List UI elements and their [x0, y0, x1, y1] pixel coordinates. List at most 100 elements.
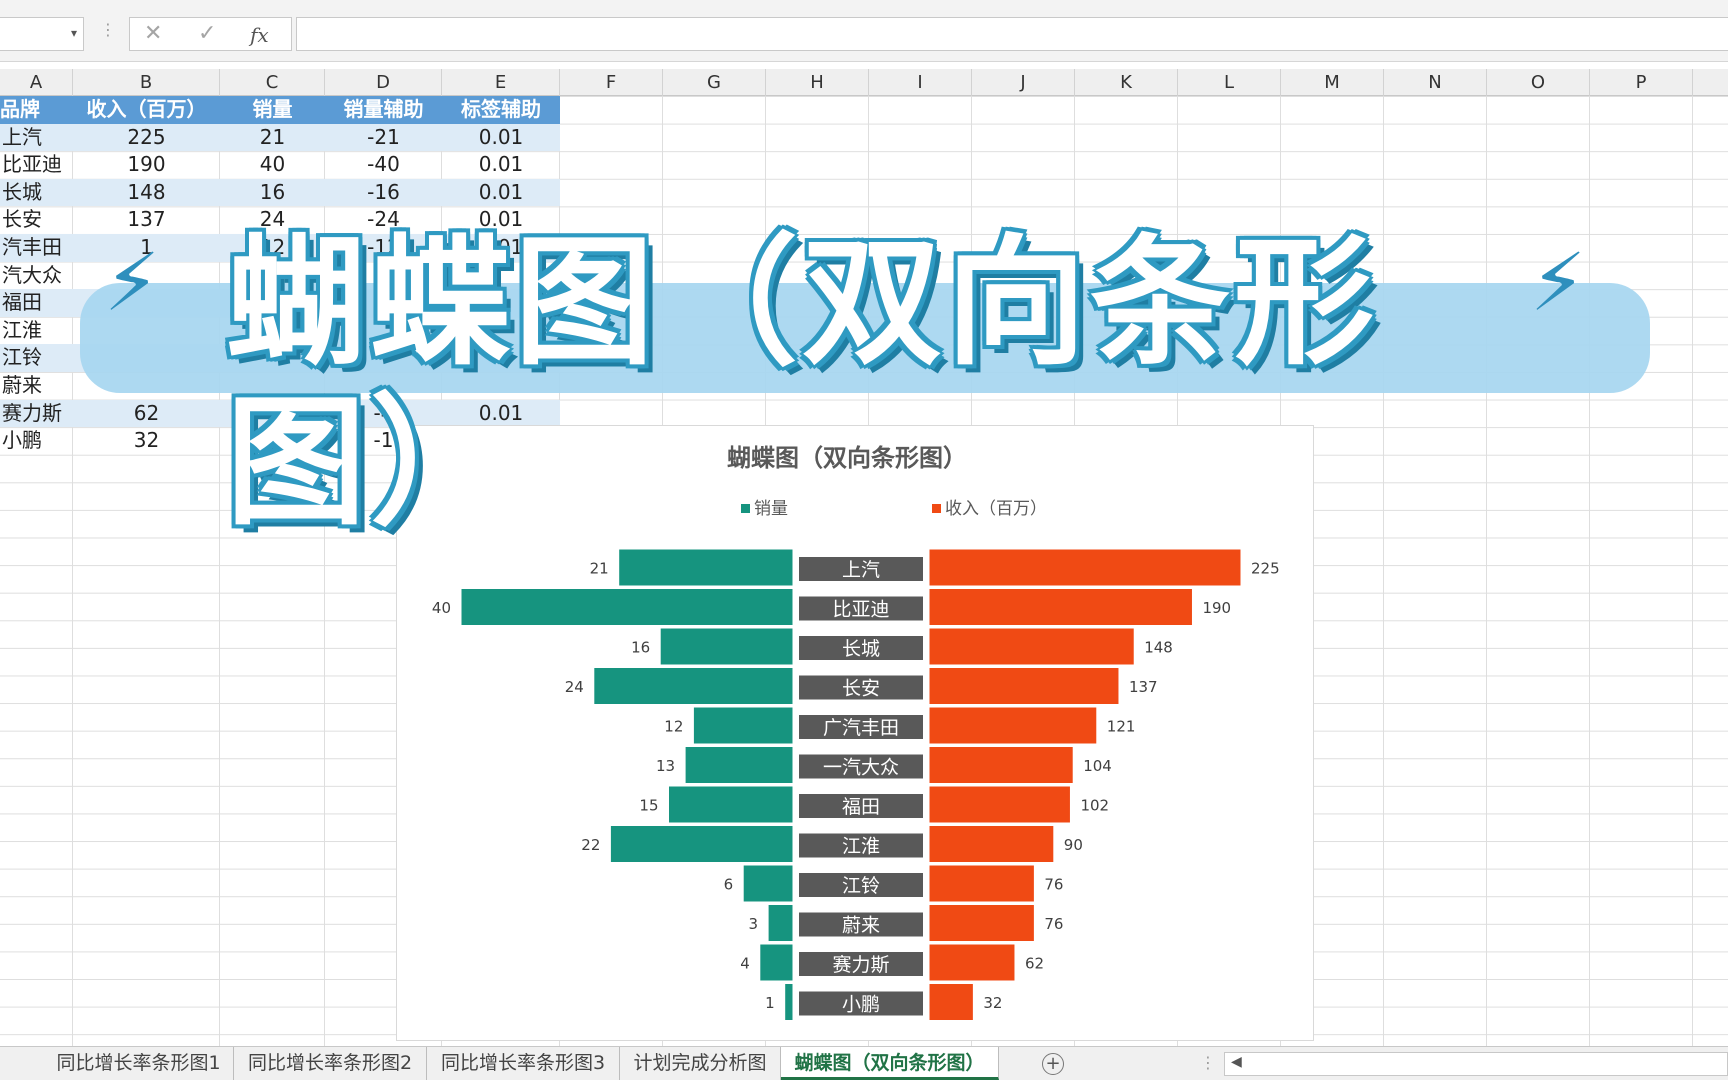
data-label-right: 104 — [1083, 757, 1112, 775]
name-box[interactable]: ▾ — [0, 17, 84, 51]
data-label-right: 62 — [1025, 955, 1044, 973]
data-label-left: 16 — [631, 639, 650, 657]
confirm-icon[interactable]: ✓ — [198, 21, 216, 46]
table-cell[interactable]: 长安 — [0, 206, 73, 234]
column-header-O[interactable]: O — [1487, 69, 1590, 96]
add-sheet-icon[interactable]: + — [1042, 1053, 1064, 1075]
table-cell[interactable]: 148 — [73, 179, 220, 207]
grid-line — [1589, 96, 1590, 1046]
data-label-left: 12 — [664, 718, 683, 736]
table-cell[interactable]: 62 — [73, 400, 220, 428]
data-label-right: 76 — [1044, 915, 1063, 933]
butterfly-chart[interactable]: 蝴蝶图（双向条形图） 销量 收入（百万） 21 上汽 225 40 比亚迪 190 16 长城 148… — [396, 425, 1314, 1041]
column-header-L[interactable]: L — [1178, 69, 1281, 96]
table-cell[interactable]: -40 — [325, 151, 442, 179]
bar-right — [928, 667, 1120, 705]
bar-left — [593, 667, 794, 705]
column-header-H[interactable]: H — [766, 69, 869, 96]
table-cell[interactable]: 比亚迪 — [0, 151, 73, 179]
category-label: 江淮 — [842, 836, 880, 858]
table-cell[interactable]: 赛力斯 — [0, 400, 73, 428]
table-cell[interactable]: 江淮 — [0, 317, 73, 345]
table-cell[interactable]: -16 — [325, 179, 442, 207]
sheet-tab[interactable]: 蝴蝶图（双向条形图） — [781, 1047, 999, 1080]
column-header-I[interactable]: I — [869, 69, 972, 96]
bar-right — [928, 746, 1074, 784]
column-header-B[interactable]: B — [73, 69, 220, 96]
data-label-left: 15 — [639, 797, 658, 815]
function-icon[interactable]: fx — [250, 23, 269, 47]
sheet-tab[interactable]: 计划完成分析图 — [620, 1047, 781, 1080]
sheet-tab[interactable]: 同比增长率条形图1 — [44, 1047, 234, 1080]
table-cell[interactable]: -21 — [325, 124, 442, 152]
table-cell[interactable]: 汽大众 — [0, 262, 73, 290]
category-label: 小鹏 — [842, 994, 880, 1016]
chart-svg: 蝴蝶图（双向条形图）销量 收入（百万）21 上汽 22540 比亚迪 19016 长城 148… — [432, 444, 1280, 1021]
category-label: 福田 — [842, 796, 880, 818]
table-cell[interactable]: 上汽 — [0, 124, 73, 152]
sheet-tab[interactable]: 同比增长率条形图2 — [234, 1047, 427, 1080]
table-cell[interactable]: 福田 — [0, 289, 73, 317]
data-label-left: 3 — [749, 915, 759, 933]
category-label: 一汽大众 — [823, 757, 899, 779]
table-cell[interactable]: 137 — [73, 206, 220, 234]
formula-input[interactable] — [296, 17, 1728, 51]
table-header-cell[interactable]: 销量辅助 — [325, 96, 442, 124]
table-cell[interactable]: 21 — [220, 124, 325, 152]
column-header-E[interactable]: E — [442, 69, 560, 96]
table-header-cell[interactable]: 品牌 — [0, 96, 73, 124]
banner-title: 蝴蝶图（双向条形图） — [226, 222, 1379, 545]
table-header-cell[interactable]: 收入（百万） — [73, 96, 220, 124]
column-header-J[interactable]: J — [972, 69, 1075, 96]
chart-title: 蝴蝶图（双向条形图） — [727, 444, 967, 472]
table-cell[interactable]: 小鹏 — [0, 427, 73, 455]
sheet-tab[interactable]: 同比增长率条形图3 — [427, 1047, 620, 1080]
data-label-left: 4 — [740, 955, 750, 973]
category-label: 江铃 — [842, 875, 880, 897]
sheet-tabs: 同比增长率条形图1 同比增长率条形图2 同比增长率条形图3 计划完成分析图 蝴蝶图（双向… — [0, 1046, 1728, 1080]
bar-left — [668, 785, 794, 824]
bar-right — [928, 904, 1035, 942]
column-header-K[interactable]: K — [1075, 69, 1178, 96]
legend-swatch-left — [741, 504, 750, 513]
table-header-cell[interactable]: 销量 — [220, 96, 325, 124]
data-label-right: 76 — [1044, 876, 1063, 894]
column-header-A[interactable]: A — [0, 69, 73, 96]
column-header-C[interactable]: C — [220, 69, 325, 96]
data-label-right: 32 — [983, 994, 1002, 1012]
data-label-right: 121 — [1107, 718, 1136, 736]
table-cell[interactable]: 蔚来 — [0, 372, 73, 400]
bar-left — [609, 825, 794, 863]
bar-right — [928, 706, 1098, 745]
table-cell[interactable]: 190 — [73, 151, 220, 179]
scroll-left-icon[interactable]: ◀ — [1231, 1054, 1242, 1070]
table-cell[interactable]: 0.01 — [442, 179, 560, 207]
table-cell[interactable]: 0.01 — [442, 151, 560, 179]
table-cell[interactable]: 40 — [220, 151, 325, 179]
legend-label-left: 销量 — [754, 499, 788, 519]
cancel-icon[interactable]: ✕ — [144, 21, 162, 46]
bar-right — [928, 588, 1193, 626]
column-header-P[interactable]: P — [1590, 69, 1693, 96]
table-cell[interactable]: 32 — [73, 427, 220, 455]
horizontal-scrollbar[interactable]: ◀ — [1224, 1052, 1728, 1076]
column-header-N[interactable]: N — [1384, 69, 1487, 96]
table-cell[interactable]: 0.01 — [442, 124, 560, 152]
table-cell[interactable]: 江铃 — [0, 344, 73, 372]
data-label-right: 137 — [1129, 678, 1158, 696]
table-cell[interactable]: 225 — [73, 124, 220, 152]
table-cell[interactable]: 汽丰田 — [0, 234, 73, 262]
category-label: 比亚迪 — [832, 599, 889, 621]
bar-right — [928, 825, 1055, 863]
table-cell[interactable]: 16 — [220, 179, 325, 207]
column-header-F[interactable]: F — [560, 69, 663, 96]
column-header-G[interactable]: G — [663, 69, 766, 96]
table-cell[interactable]: 长城 — [0, 179, 73, 207]
column-header-M[interactable]: M — [1281, 69, 1384, 96]
data-label-left: 22 — [581, 836, 600, 854]
table-header-cell[interactable]: 标签辅助 — [442, 96, 560, 124]
data-label-left: 24 — [565, 678, 584, 696]
column-header-D[interactable]: D — [325, 69, 442, 96]
lightning-icon-left: ⚡ — [104, 236, 161, 329]
chevron-down-icon[interactable]: ▾ — [71, 26, 77, 40]
